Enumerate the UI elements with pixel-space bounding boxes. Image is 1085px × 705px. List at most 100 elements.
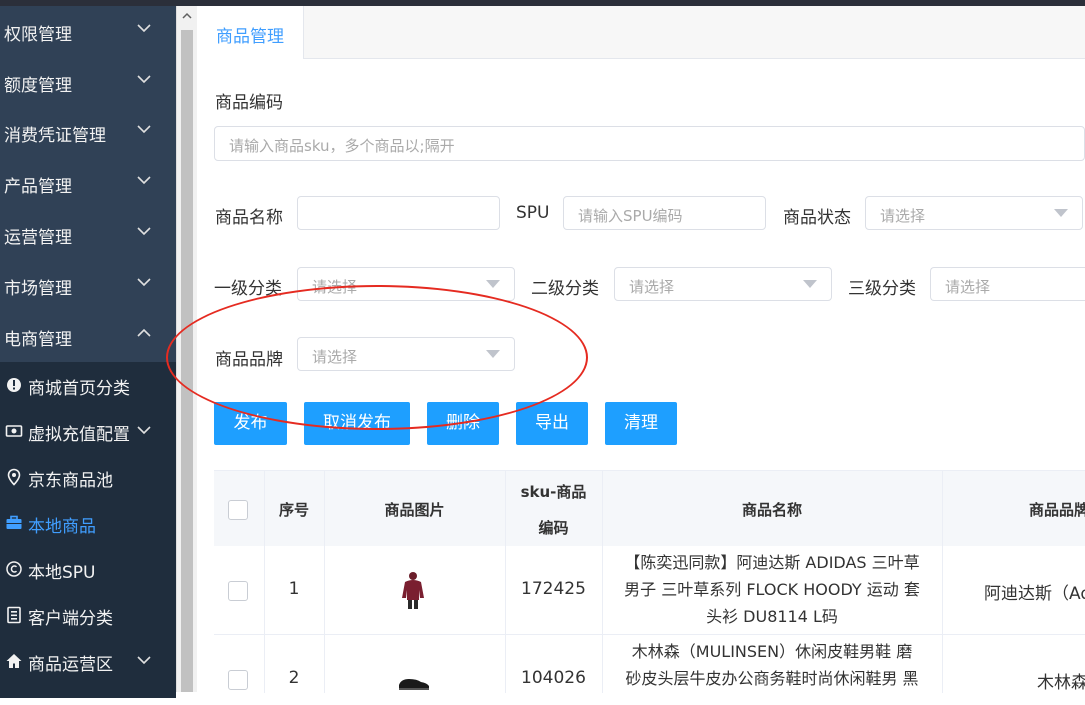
sidebar-item-product-operations-area[interactable]: 商品运营区 bbox=[0, 638, 176, 684]
sidebar-item-products[interactable]: 产品管理 bbox=[0, 158, 176, 208]
chevron-down-icon bbox=[137, 278, 151, 287]
row-product-name: 木林森（MULINSEN）休闲皮鞋男鞋 磨 砂皮头层牛皮办公商务鞋时尚休闲鞋男 … bbox=[602, 638, 942, 692]
product-name-label: 商品名称 bbox=[215, 208, 283, 228]
sidebar-item-label: 额度管理 bbox=[4, 76, 72, 96]
header-sku-line2: 编码 bbox=[538, 519, 569, 537]
tab-bar: 商品管理 bbox=[197, 6, 1085, 59]
clear-button[interactable]: 清理 bbox=[605, 402, 677, 445]
sidebar-item-label: 市场管理 bbox=[4, 279, 72, 299]
header-sku-line1: sku-商品 bbox=[520, 483, 587, 501]
scroll-up-arrow-icon[interactable] bbox=[180, 9, 194, 23]
row-brand: 阿迪达斯（Ad bbox=[984, 584, 1085, 604]
row-checkbox[interactable] bbox=[228, 581, 248, 601]
dropdown-arrow-icon bbox=[486, 280, 500, 288]
chevron-down-icon bbox=[137, 656, 151, 665]
sidebar-item-label: 客户端分类 bbox=[28, 609, 113, 629]
product-table: 序号 商品图片 sku-商品 编码 商品名称 商品品牌 1 172425 【陈奕… bbox=[214, 470, 1085, 705]
home-icon bbox=[6, 654, 22, 668]
row-sku: 104026 bbox=[521, 668, 586, 688]
sidebar-item-ecommerce[interactable]: 电商管理 bbox=[0, 311, 176, 361]
spu-label: SPU bbox=[516, 203, 550, 223]
chevron-down-icon bbox=[137, 125, 151, 134]
sidebar-item-label: 产品管理 bbox=[4, 177, 72, 197]
select-all-checkbox[interactable] bbox=[228, 500, 248, 520]
category-level1-label: 一级分类 bbox=[214, 279, 282, 299]
location-pin-icon bbox=[7, 468, 21, 486]
sidebar-item-label: 本地SPU bbox=[28, 563, 96, 583]
table-row[interactable]: 1 172425 【陈奕迅同款】阿迪达斯 ADIDAS 三叶草 男子 三叶草系列… bbox=[214, 546, 1085, 635]
sidebar-item-label: 商城首页分类 bbox=[28, 379, 130, 399]
row-checkbox[interactable] bbox=[228, 670, 248, 690]
product-brand-placeholder: 请选择 bbox=[312, 348, 358, 366]
category-level2-select[interactable]: 请选择 bbox=[614, 267, 832, 301]
sidebar-item-market[interactable]: 市场管理 bbox=[0, 260, 176, 310]
sidebar-item-operations[interactable]: 运营管理 bbox=[0, 209, 176, 259]
product-status-label: 商品状态 bbox=[783, 208, 851, 228]
row-index: 1 bbox=[288, 579, 300, 599]
briefcase-icon bbox=[6, 515, 22, 529]
product-brand-label: 商品品牌 bbox=[215, 350, 283, 370]
header-brand: 商品品牌 bbox=[1029, 501, 1085, 519]
header-image: 商品图片 bbox=[384, 501, 445, 519]
row-brand: 木林森 bbox=[1037, 673, 1085, 693]
header-index: 序号 bbox=[278, 501, 309, 519]
sidebar: 权限管理 额度管理 消费凭证管理 产品管理 运营管理 市场管理 电商管理 商城首… bbox=[0, 6, 176, 698]
copyright-icon bbox=[6, 561, 22, 577]
category-level3-select[interactable]: 请选择 bbox=[930, 267, 1085, 301]
sidebar-item-virtual-recharge[interactable]: 虚拟充值配置 bbox=[0, 408, 176, 454]
unpublish-button[interactable]: 取消发布 bbox=[304, 402, 410, 445]
category-level1-select[interactable]: 请选择 bbox=[297, 267, 515, 301]
sidebar-item-client-category[interactable]: 客户端分类 bbox=[0, 592, 176, 638]
document-icon bbox=[7, 606, 21, 624]
chevron-down-icon bbox=[137, 176, 151, 185]
product-name-input[interactable] bbox=[297, 196, 500, 230]
column-divider bbox=[324, 471, 325, 693]
ecommerce-submenu: 商城首页分类 虚拟充值配置 京东商品池 本地商品 本地SPU 客户端分类 商品运… bbox=[0, 362, 176, 698]
product-brand-select[interactable]: 请选择 bbox=[297, 337, 515, 371]
category-level2-placeholder: 请选择 bbox=[629, 278, 675, 296]
table-header: 序号 商品图片 sku-商品 编码 商品名称 商品品牌 bbox=[214, 471, 1085, 547]
category-level1-placeholder: 请选择 bbox=[312, 278, 358, 296]
sidebar-item-label: 消费凭证管理 bbox=[4, 126, 106, 146]
sidebar-scrollbar[interactable] bbox=[176, 6, 197, 692]
sidebar-item-permissions[interactable]: 权限管理 bbox=[0, 6, 176, 56]
chevron-up-icon bbox=[137, 328, 151, 337]
sidebar-item-local-products[interactable]: 本地商品 bbox=[0, 500, 176, 546]
category-level2-label: 二级分类 bbox=[531, 279, 599, 299]
card-icon bbox=[5, 425, 23, 437]
export-button[interactable]: 导出 bbox=[516, 402, 588, 445]
table-row[interactable]: 2 104026 木林森（MULINSEN）休闲皮鞋男鞋 磨 砂皮头层牛皮办公商… bbox=[214, 635, 1085, 705]
row-index: 2 bbox=[288, 668, 300, 688]
spu-input[interactable]: 请输入SPU编码 bbox=[563, 196, 766, 230]
name-line: 【陈奕迅同款】阿迪达斯 ADIDAS 三叶草 bbox=[624, 553, 920, 572]
sidebar-item-quota[interactable]: 额度管理 bbox=[0, 57, 176, 107]
delete-button[interactable]: 删除 bbox=[427, 402, 499, 445]
column-divider bbox=[264, 471, 265, 693]
sidebar-item-mall-home-category[interactable]: 商城首页分类 bbox=[0, 362, 176, 408]
sidebar-item-jd-product-pool[interactable]: 京东商品池 bbox=[0, 454, 176, 500]
column-divider bbox=[602, 471, 603, 693]
product-thumbnail-shoe bbox=[399, 679, 429, 690]
tab-product-management[interactable]: 商品管理 bbox=[197, 6, 304, 59]
sidebar-item-label: 运营管理 bbox=[4, 228, 72, 248]
sidebar-item-voucher[interactable]: 消费凭证管理 bbox=[0, 107, 176, 157]
sidebar-item-local-spu[interactable]: 本地SPU bbox=[0, 546, 176, 592]
column-divider bbox=[942, 471, 943, 693]
name-line: 男子 三叶草系列 FLOCK HOODY 运动 套 bbox=[624, 580, 920, 599]
row-sku: 172425 bbox=[521, 579, 586, 599]
product-status-placeholder: 请选择 bbox=[880, 207, 926, 225]
chevron-down-icon bbox=[137, 75, 151, 84]
header-name: 商品名称 bbox=[741, 501, 802, 519]
sidebar-item-label: 京东商品池 bbox=[28, 471, 113, 491]
product-thumbnail-hoodie bbox=[402, 572, 424, 609]
scrollbar-thumb[interactable] bbox=[181, 30, 193, 692]
chevron-down-icon bbox=[137, 426, 151, 435]
product-code-input[interactable]: 请输入商品sku，多个商品以;隔开 bbox=[214, 126, 1085, 161]
name-line: 木林森（MULINSEN）休闲皮鞋男鞋 磨 bbox=[631, 642, 913, 661]
column-divider bbox=[505, 471, 506, 693]
info-circle-icon bbox=[7, 378, 21, 392]
sidebar-item-label: 商品运营区 bbox=[28, 655, 113, 675]
publish-button[interactable]: 发布 bbox=[214, 402, 287, 445]
product-code-placeholder: 请输入商品sku，多个商品以;隔开 bbox=[229, 137, 455, 155]
product-status-select[interactable]: 请选择 bbox=[865, 196, 1083, 230]
